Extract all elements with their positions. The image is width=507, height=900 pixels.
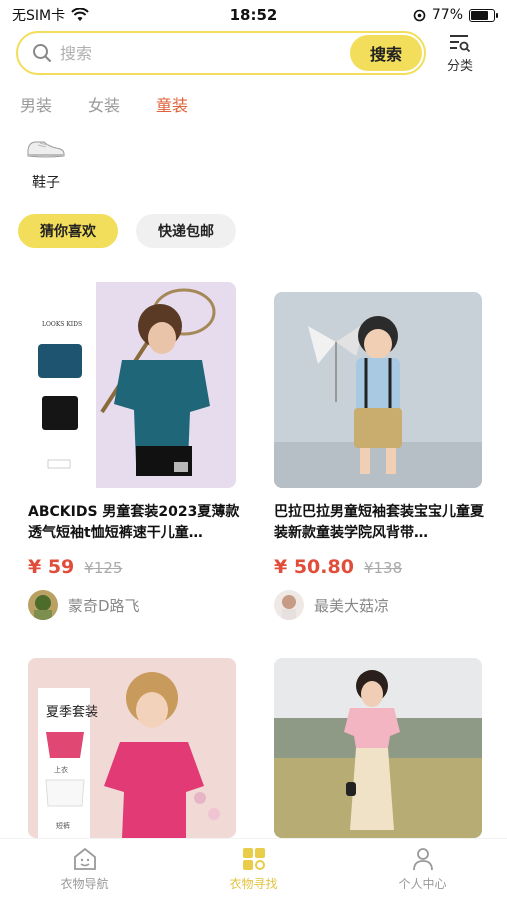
search-input[interactable]: [60, 43, 330, 63]
clock: 18:52: [229, 6, 278, 24]
nav-label: 个人中心: [398, 877, 447, 891]
tab-kids[interactable]: 童装: [156, 92, 188, 116]
carrier-text: 无SIM卡: [12, 8, 66, 24]
sub-category-shoes[interactable]: 鞋子: [24, 136, 68, 192]
gender-tabs: 男装 女装 童装: [20, 92, 188, 116]
person-icon: [412, 848, 433, 871]
status-bar: 无SIM卡 18:52 77%: [0, 0, 507, 30]
chip-free-shipping[interactable]: 快递包邮: [136, 214, 236, 248]
battery-icon: [469, 8, 498, 22]
nav-clothing-guide[interactable]: 衣物导航: [0, 839, 169, 900]
price-row: ¥ 59 ¥125: [28, 556, 244, 578]
product-price: ¥ 50.80: [274, 556, 354, 578]
seller-name: 蒙奇D路飞: [68, 596, 140, 615]
battery-level-fill: [471, 10, 488, 20]
orientation-lock-icon: [413, 9, 426, 21]
image-brand-text: LOOKS KIDS: [42, 321, 82, 328]
house-icon: [73, 847, 96, 870]
product-image[interactable]: [274, 658, 482, 838]
image-tag-shorts: 短裤: [56, 821, 70, 830]
seller-name: 最美大菇凉: [314, 596, 390, 615]
filter-chips: 猜你喜欢 快递包邮: [18, 214, 236, 248]
seller-row[interactable]: 最美大菇凉: [274, 590, 490, 620]
product-title: ABCKIDS 男童套装2023夏薄款透气短袖t恤短裤速干儿童…: [28, 504, 240, 541]
tab-womens[interactable]: 女装: [88, 92, 120, 116]
product-image[interactable]: 夏季套装 上衣 短裤: [28, 658, 236, 838]
grid-search-icon: [242, 848, 265, 870]
search-row: 搜索 分类: [16, 30, 496, 76]
product-title: 巴拉巴拉男童短袖套装宝宝儿童夏装新款童装学院风背带…: [274, 504, 484, 541]
image-tag-top: 上衣: [54, 765, 68, 774]
product-card[interactable]: 巴拉巴拉男童短袖套装宝宝儿童夏装新款童装学院风背带… ¥ 50.80 ¥138 …: [274, 292, 490, 620]
search-button[interactable]: 搜索: [350, 35, 422, 71]
category-button[interactable]: 分类: [440, 33, 480, 74]
product-card[interactable]: [274, 658, 490, 838]
avatar: [274, 590, 304, 620]
product-original-price: ¥125: [84, 559, 123, 577]
shoe-icon: [27, 141, 65, 158]
chip-guess-you-like[interactable]: 猜你喜欢: [18, 214, 118, 248]
nav-label: 衣物导航: [60, 877, 109, 891]
nav-label: 衣物寻找: [229, 877, 278, 891]
price-row: ¥ 50.80 ¥138: [274, 556, 490, 578]
product-original-price: ¥138: [363, 559, 403, 577]
product-card[interactable]: LOOKS KIDS ABCKIDS 男童套装2023夏薄款透气短袖t恤短裤速干…: [28, 282, 244, 620]
category-label: 分类: [446, 58, 473, 74]
wifi-icon: [71, 8, 89, 21]
product-price: ¥ 59: [28, 556, 75, 578]
image-season-text: 夏季套装: [46, 704, 98, 720]
search-icon: [33, 44, 51, 62]
sub-category-label: 鞋子: [32, 175, 60, 191]
seller-row[interactable]: 蒙奇D路飞: [28, 590, 244, 620]
bottom-tab-bar: 衣物导航 衣物寻找 个人中心: [0, 838, 507, 900]
battery-percent: 77%: [431, 7, 463, 23]
nav-clothing-search[interactable]: 衣物寻找: [169, 839, 338, 900]
search-box[interactable]: 搜索: [16, 31, 426, 75]
category-list-icon: [450, 34, 471, 52]
tab-mens[interactable]: 男装: [20, 92, 52, 116]
product-image[interactable]: [274, 292, 482, 488]
nav-personal-center[interactable]: 个人中心: [338, 839, 507, 900]
product-image[interactable]: LOOKS KIDS: [28, 282, 236, 488]
avatar: [28, 590, 58, 620]
product-card[interactable]: 夏季套装 上衣 短裤: [28, 658, 244, 838]
